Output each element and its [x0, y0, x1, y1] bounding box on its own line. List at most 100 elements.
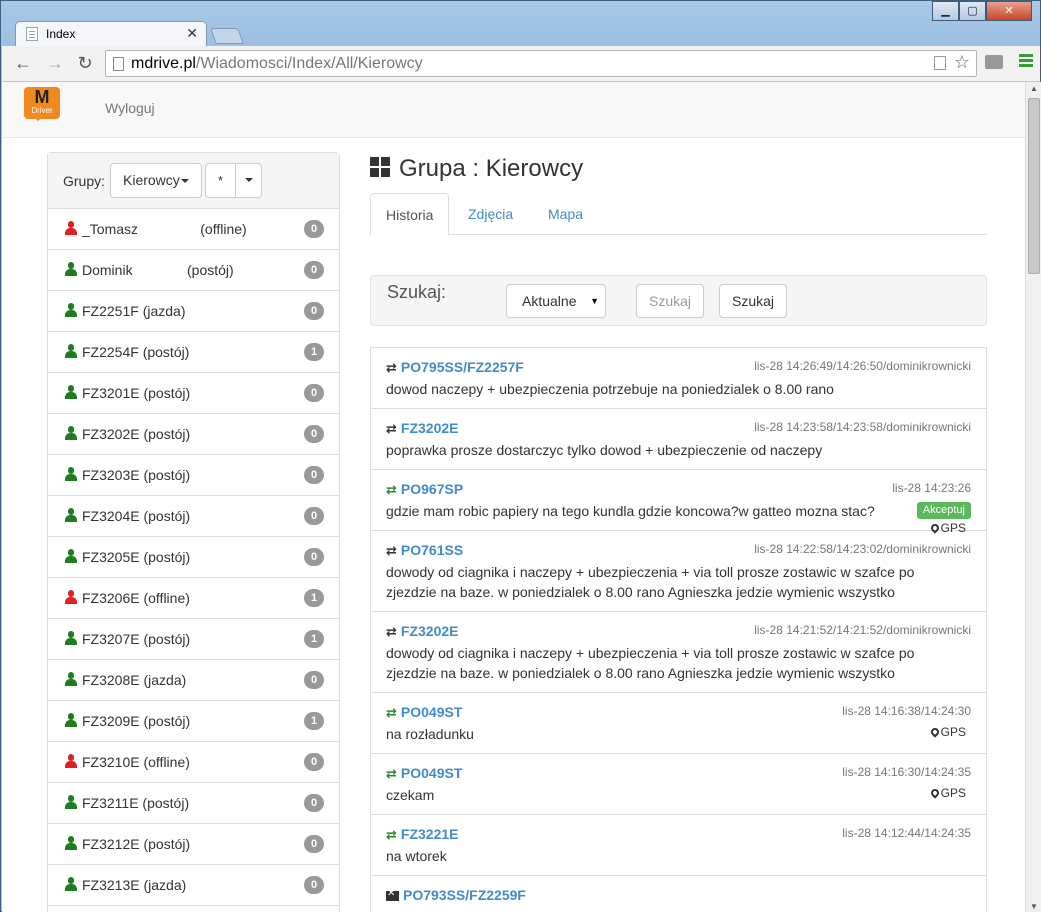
message-vehicle[interactable]: ⇄ PO761SS — [386, 542, 463, 559]
filter-button[interactable]: * — [205, 163, 236, 198]
scroll-thumb[interactable] — [1028, 98, 1040, 274]
logout-link[interactable]: Wyloguj — [105, 100, 155, 116]
user-icon — [64, 754, 78, 768]
close-tab-icon[interactable]: ✕ — [186, 25, 198, 42]
filter-dropdown-toggle[interactable] — [235, 163, 262, 198]
driver-item[interactable]: FZ2254F (postój) 1 — [48, 332, 339, 373]
browser-menu-icon[interactable] — [1019, 54, 1033, 57]
driver-item[interactable]: FZ2251F (jazda) 0 — [48, 291, 339, 332]
message-item[interactable]: ⇄ FZ3221E lis-28 14:12:44/14:24:35 na wtore… — [371, 815, 986, 876]
browser-tab[interactable]: Index ✕ — [15, 21, 207, 46]
accept-button[interactable]: Akceptuj — [916, 502, 971, 519]
vehicle-link[interactable]: PO049ST — [401, 765, 462, 781]
forward-arrow-icon[interactable]: → — [44, 53, 66, 74]
message-item[interactable]: ⇄ FZ3202E lis-28 14:23:58/14:23:58/dominik… — [371, 409, 986, 470]
driver-name: FZ2251F (jazda) — [82, 303, 186, 319]
exchange-icon: ⇄ — [386, 705, 397, 720]
bookmark-star-icon[interactable]: ☆ — [954, 52, 970, 73]
message-time: lis-28 14:23:58/14:23:58/dominikrownicki — [754, 420, 971, 434]
driver-item[interactable]: FZ3205E (postój) 0 — [48, 537, 339, 578]
url-path: /Wiadomosci/Index/All/Kierowcy — [195, 55, 423, 72]
message-vehicle[interactable]: ⇄ PO049ST — [386, 704, 462, 721]
unread-count-badge: 0 — [304, 507, 324, 525]
exchange-icon: ⇄ — [386, 543, 397, 558]
tab-zdjecia[interactable]: Zdjęcia — [453, 193, 528, 235]
map-marker-icon — [928, 787, 941, 799]
driver-item[interactable]: FZ3208E (jazda) 0 — [48, 660, 339, 701]
exchange-icon: ⇄ — [386, 827, 397, 842]
vehicle-link[interactable]: FZ3221E — [401, 826, 459, 842]
driver-item[interactable]: FZ3211E (postój) 0 — [48, 783, 339, 824]
message-item[interactable]: ⇄ PO967SP lis-28 14:23:26 gdzie mam robic p… — [371, 470, 986, 535]
user-icon — [64, 344, 78, 358]
user-icon — [64, 385, 78, 399]
vehicle-link[interactable]: PO967SP — [401, 481, 463, 497]
search-button[interactable]: Szukaj — [719, 284, 787, 318]
driver-item[interactable]: FZ3207E (postój) 1 — [48, 619, 339, 660]
driver-item[interactable]: FZ3206E (offline) 1 — [48, 578, 339, 619]
chat-icon[interactable] — [985, 55, 1003, 69]
scroll-up-icon[interactable]: ▲ — [1030, 84, 1038, 93]
driver-item[interactable]: FZ3209E (postój) 1 — [48, 701, 339, 742]
message-item[interactable]: ⇄ PO761SS lis-28 14:22:58/14:23:02/dominik… — [371, 531, 986, 612]
tab-historia[interactable]: Historia — [370, 193, 450, 236]
app-logo[interactable]: M Driver — [24, 87, 60, 121]
message-text: dowody od ciagnika i naczepy + ubezpiecz… — [386, 564, 915, 600]
user-icon — [64, 877, 78, 891]
window-close-icon[interactable]: ✕ — [986, 1, 1032, 21]
gps-link[interactable]: GPS — [928, 725, 966, 739]
message-vehicle[interactable]: ⇄ FZ3221E — [386, 826, 459, 843]
unread-count-badge: 0 — [304, 466, 324, 484]
driver-item[interactable]: FZ3203E (postój) 0 — [48, 455, 339, 496]
vehicle-link[interactable]: FZ3202E — [401, 623, 459, 639]
reload-icon[interactable]: ↻ — [74, 53, 96, 74]
message-item[interactable]: ⇄ PO795SS/FZ2257F lis-28 14:26:49/14:26:50… — [371, 348, 986, 409]
caret-down-icon — [245, 178, 253, 183]
address-bar[interactable]: mdrive.pl/Wiadomosci/Index/All/Kierowcy … — [105, 50, 977, 77]
grid-icon — [370, 157, 391, 178]
message-vehicle[interactable]: ⇄ PO049ST — [386, 765, 462, 782]
message-item[interactable]: ⇄ PO049ST lis-28 14:16:38/14:24:30 na rozła… — [371, 693, 986, 754]
driver-item[interactable]: FZ3210E (offline) 0 — [48, 742, 339, 783]
back-arrow-icon[interactable]: ← — [12, 53, 34, 74]
message-vehicle[interactable]: ⇄ PO795SS/FZ2257F — [386, 359, 524, 376]
minimize-icon[interactable]: ▁ — [932, 1, 959, 21]
message-vehicle[interactable]: PO793SS/FZ2259F — [386, 887, 526, 903]
message-vehicle[interactable]: ⇄ PO967SP — [386, 481, 463, 498]
group-dropdown[interactable]: Kierowcy — [110, 163, 202, 198]
unread-count-badge: 0 — [304, 671, 324, 689]
driver-item[interactable]: Dominik (postój) 0 — [48, 250, 339, 291]
exchange-icon: ⇄ — [386, 360, 397, 375]
driver-item[interactable]: FZ3201E (postój) 0 — [48, 373, 339, 414]
driver-item[interactable]: FZ3202E (postój) 0 — [48, 414, 339, 455]
driver-item[interactable]: FZ3212E (postój) 0 — [48, 824, 339, 865]
message-text: gdzie mam robic papiery na tego kundla g… — [386, 503, 875, 519]
gps-link[interactable]: GPS — [928, 786, 966, 800]
vehicle-link[interactable]: PO793SS/FZ2259F — [403, 887, 526, 903]
unread-count-badge: 0 — [304, 753, 324, 771]
driver-item[interactable]: FZ3213E (jazda) 0 — [48, 865, 339, 906]
exchange-icon: ⇄ — [386, 421, 397, 436]
user-icon — [64, 795, 78, 809]
tab-mapa[interactable]: Mapa — [533, 193, 598, 235]
message-item[interactable]: ⇄ PO049ST lis-28 14:16:30/14:24:35 czekam GP… — [371, 754, 986, 815]
scroll-down-icon[interactable]: ▼ — [1030, 902, 1038, 911]
filter-select[interactable]: Aktualne ▼ — [506, 284, 606, 318]
vehicle-link[interactable]: PO795SS/FZ2257F — [401, 359, 524, 375]
maximize-icon[interactable]: ▢ — [959, 1, 986, 21]
vehicle-link[interactable]: PO761SS — [401, 542, 463, 558]
new-tab-button[interactable] — [210, 28, 244, 44]
vehicle-link[interactable]: PO049ST — [401, 704, 462, 720]
driver-item[interactable]: _Tomasz (offline) 0 — [48, 209, 339, 250]
message-vehicle[interactable]: ⇄ FZ3202E — [386, 623, 459, 640]
user-icon — [64, 221, 78, 235]
message-vehicle[interactable]: ⇄ FZ3202E — [386, 420, 459, 437]
search-input-button[interactable]: Szukaj — [636, 284, 704, 318]
message-item[interactable]: ⇄ FZ3202E lis-28 14:21:52/14:21:52/dominik… — [371, 612, 986, 693]
unread-count-badge: 1 — [304, 630, 324, 648]
page-scrollbar[interactable]: ▲ ▼ — [1025, 82, 1041, 912]
message-item[interactable]: PO793SS/FZ2259F — [371, 876, 986, 912]
vehicle-link[interactable]: FZ3202E — [401, 420, 459, 436]
driver-item[interactable]: FZ3204E (postój) 0 — [48, 496, 339, 537]
page-action-icon[interactable] — [934, 56, 946, 70]
